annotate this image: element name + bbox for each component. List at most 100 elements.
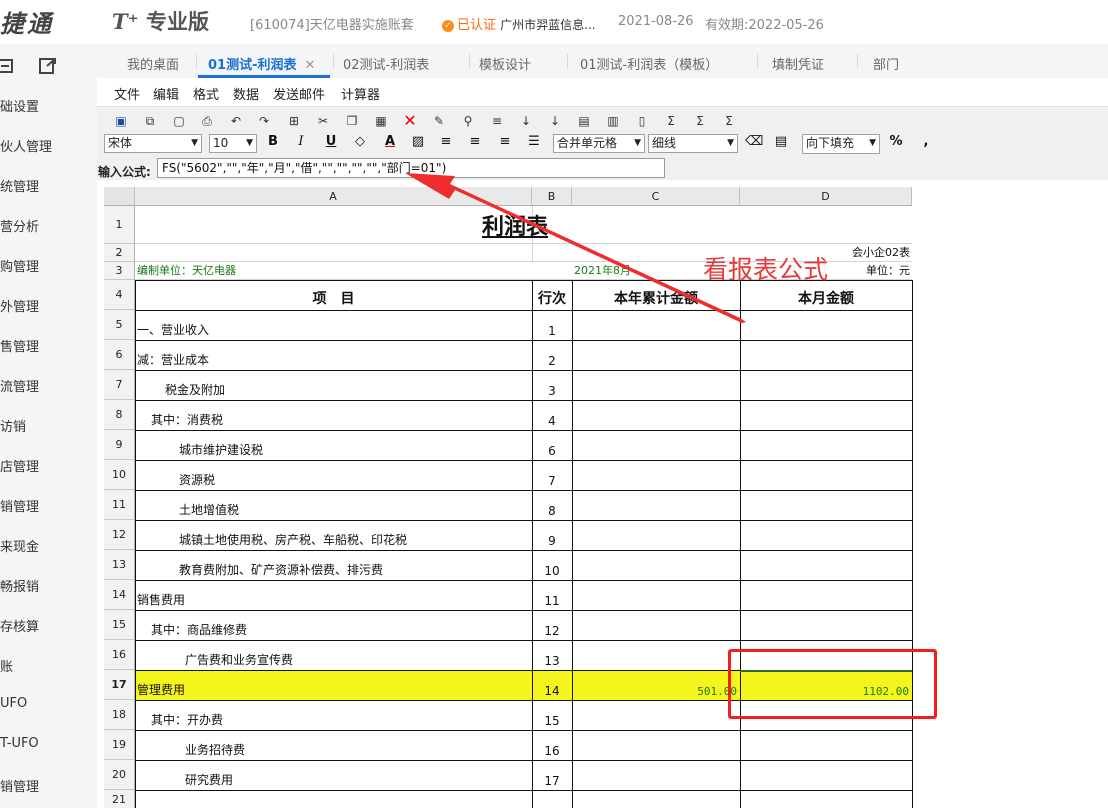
year-amount-cell[interactable] bbox=[572, 550, 737, 580]
print-preview-icon[interactable]: ▢ bbox=[171, 113, 187, 129]
row-header[interactable]: 11 bbox=[104, 490, 135, 520]
sidebar-item[interactable]: T-UFO bbox=[0, 736, 39, 751]
month-amount-cell[interactable] bbox=[740, 340, 909, 370]
month-amount-cell[interactable] bbox=[740, 550, 909, 580]
line-item-label[interactable]: 业务招待费 bbox=[185, 730, 530, 760]
export-icon[interactable] bbox=[38, 56, 58, 76]
sidebar-item[interactable]: 售管理 bbox=[0, 336, 39, 355]
year-amount-cell[interactable]: 501.00 bbox=[572, 670, 737, 700]
eraser-icon[interactable]: ⌫ bbox=[745, 134, 763, 150]
font-select[interactable]: 宋体 ▼ bbox=[104, 134, 202, 153]
row-header[interactable]: 6 bbox=[104, 340, 135, 370]
month-amount-cell[interactable] bbox=[740, 490, 909, 520]
italic-button[interactable]: I bbox=[293, 134, 309, 150]
sidebar-item[interactable]: 础设置 bbox=[0, 96, 39, 115]
year-amount-cell[interactable] bbox=[572, 310, 737, 340]
header-line-no[interactable]: 行次 bbox=[532, 280, 572, 310]
sidebar-item[interactable]: 伙人管理 bbox=[0, 136, 52, 155]
row-header[interactable]: 20 bbox=[104, 760, 135, 790]
delete-icon[interactable]: ✕ bbox=[402, 113, 418, 129]
row-header[interactable]: 3 bbox=[104, 262, 135, 280]
tab-item[interactable]: 部门 bbox=[873, 54, 899, 73]
menu-item[interactable]: 数据 bbox=[233, 84, 259, 103]
border-style-icon[interactable]: ▨ bbox=[410, 134, 426, 150]
column-header-c[interactable]: C bbox=[572, 187, 740, 206]
font-size-select[interactable]: 10 ▼ bbox=[209, 134, 257, 153]
redo-icon[interactable]: ↷ bbox=[256, 113, 272, 129]
sidebar-item[interactable]: 畅报销 bbox=[0, 576, 39, 595]
select-all-corner[interactable] bbox=[104, 187, 135, 206]
year-amount-cell[interactable] bbox=[572, 340, 737, 370]
line-item-label[interactable]: 其中：商品维修费 bbox=[151, 610, 530, 640]
menu-item[interactable]: 格式 bbox=[193, 84, 219, 103]
tab-item[interactable]: 01测试-利润表 ✕ bbox=[208, 54, 315, 73]
line-item-label[interactable]: 减：营业成本 bbox=[137, 340, 530, 370]
row-header[interactable]: 13 bbox=[104, 550, 135, 580]
undo-icon[interactable]: ↶ bbox=[228, 113, 244, 129]
tab-item[interactable]: 填制凭证 bbox=[772, 54, 824, 73]
select-icon[interactable]: ⊞ bbox=[286, 113, 302, 129]
account-name[interactable]: [610074]天亿电器实施账套 bbox=[250, 14, 414, 33]
year-amount-cell[interactable] bbox=[572, 760, 737, 790]
line-item-label[interactable]: 城镇土地使用税、房产税、车船税、印花税 bbox=[179, 520, 530, 550]
row-header[interactable]: 19 bbox=[104, 730, 135, 760]
row-header[interactable]: 17 bbox=[104, 670, 135, 700]
year-amount-cell[interactable] bbox=[572, 700, 737, 730]
line-number[interactable]: 3 bbox=[532, 370, 572, 400]
tab-item[interactable]: 02测试-利润表 bbox=[343, 54, 429, 73]
report-period[interactable]: 2021年8月 bbox=[574, 262, 644, 280]
sum-col-icon[interactable]: Σ bbox=[692, 113, 708, 129]
month-amount-cell[interactable] bbox=[740, 610, 909, 640]
clear-icon[interactable]: ✎ bbox=[431, 113, 447, 129]
line-number[interactable]: 1 bbox=[532, 310, 572, 340]
insert-row-icon[interactable]: ▤ bbox=[576, 113, 592, 129]
row-header[interactable]: 8 bbox=[104, 400, 135, 430]
sidebar-item[interactable]: 存核算 bbox=[0, 616, 39, 635]
border-line-select[interactable]: 细线 ▼ bbox=[648, 134, 738, 153]
row-header[interactable]: 2 bbox=[104, 244, 135, 262]
row-header[interactable]: 1 bbox=[104, 206, 135, 244]
fx-icon[interactable]: Σ bbox=[663, 113, 679, 129]
month-amount-cell[interactable] bbox=[740, 460, 909, 490]
column-header-d[interactable]: D bbox=[740, 187, 912, 206]
line-item-label[interactable]: 其中：消费税 bbox=[151, 400, 530, 430]
month-amount-cell[interactable] bbox=[740, 370, 909, 400]
row-header[interactable]: 18 bbox=[104, 700, 135, 730]
menu-item[interactable]: 计算器 bbox=[341, 84, 380, 103]
year-amount-cell[interactable] bbox=[572, 580, 737, 610]
line-item-label[interactable]: 税金及附加 bbox=[165, 370, 530, 400]
header-item[interactable]: 项 目 bbox=[135, 280, 532, 310]
row-header[interactable]: 7 bbox=[104, 370, 135, 400]
insert-col-icon[interactable]: ▥ bbox=[605, 113, 621, 129]
align-center-icon[interactable]: ≡ bbox=[467, 134, 483, 150]
line-item-label[interactable]: 城市维护建设税 bbox=[179, 430, 530, 460]
lock-icon[interactable]: ▯ bbox=[634, 113, 650, 129]
underline-button[interactable]: U bbox=[323, 134, 339, 150]
row-header[interactable]: 5 bbox=[104, 310, 135, 340]
row-header[interactable]: 15 bbox=[104, 610, 135, 640]
sum-row-icon[interactable]: ≡ bbox=[489, 113, 505, 129]
cut-icon[interactable]: ✂ bbox=[315, 113, 331, 129]
reporting-unit[interactable]: 编制单位：天亿电器 bbox=[137, 262, 437, 280]
sidebar-item[interactable]: 账 bbox=[0, 656, 13, 675]
line-number[interactable]: 11 bbox=[532, 580, 572, 610]
year-amount-cell[interactable] bbox=[572, 430, 737, 460]
font-color-button[interactable]: A bbox=[382, 134, 398, 150]
line-number[interactable]: 2 bbox=[532, 340, 572, 370]
month-amount-cell[interactable] bbox=[740, 760, 909, 790]
sidebar-item[interactable]: 统管理 bbox=[0, 176, 39, 195]
year-amount-cell[interactable] bbox=[572, 520, 737, 550]
year-amount-cell[interactable] bbox=[572, 460, 737, 490]
copy-icon[interactable]: ❐ bbox=[344, 113, 360, 129]
save-as-icon[interactable]: ⧉ bbox=[142, 113, 158, 129]
align-left-icon[interactable]: ≡ bbox=[438, 134, 454, 150]
year-amount-cell[interactable] bbox=[572, 370, 737, 400]
tab-item[interactable]: 我的桌面 bbox=[127, 54, 179, 73]
close-icon[interactable]: ✕ bbox=[305, 58, 316, 73]
month-amount-cell[interactable] bbox=[740, 400, 909, 430]
print-icon[interactable]: ⎙ bbox=[199, 113, 215, 129]
year-amount-cell[interactable] bbox=[572, 640, 737, 670]
line-number[interactable]: 14 bbox=[532, 670, 572, 700]
paste-icon[interactable]: ▦ bbox=[373, 113, 389, 129]
line-number[interactable]: 17 bbox=[532, 760, 572, 790]
